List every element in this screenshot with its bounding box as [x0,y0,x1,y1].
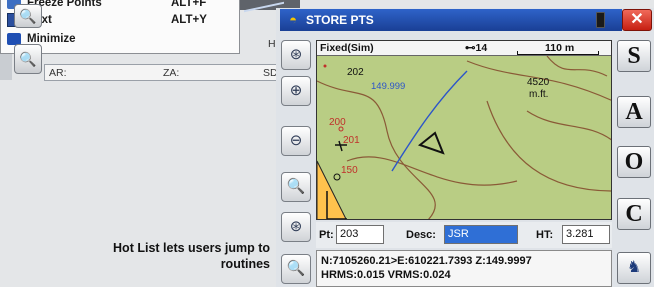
menu-item-label: Minimize [27,32,76,45]
menu-item-minimize[interactable]: Minimize [7,30,237,47]
continuous-key-button[interactable]: C [617,198,651,230]
offset-key-button[interactable]: O [617,146,651,178]
zoom-extents-icon[interactable]: ⊛ [281,40,311,70]
map-status-bar: Fixed(Sim) ⊷14 110 m [317,41,611,56]
average-key-button[interactable]: A [617,96,651,128]
ar-label: AR: [49,67,67,79]
app-logo-icon: ◓ [289,12,297,27]
menu-item-label: Text [29,14,171,26]
minimize-icon [7,32,21,45]
point-number-input[interactable]: 203 [336,225,384,244]
satellite-count: ⊷14 [465,42,488,54]
background-status-row: AR: ZA: SD [44,64,284,81]
hot-list-icon[interactable]: ♞ [617,252,651,284]
accuracy-line: HRMS:0.015 VRMS:0.024 [321,269,451,281]
zoom-in-icon[interactable]: ⊕ [281,76,311,106]
point-fields-row: Pt: 203 Desc: JSR HT: 3.281 [316,222,612,248]
elevation-label: 149.999 [371,81,406,92]
menu-item-shortcut: ALT+Y [171,13,207,26]
menu-item-label: Freeze Points [27,0,102,9]
h-label: H [268,38,276,50]
scale-bar [517,51,599,55]
left-toolbar [278,34,314,287]
window-title-bar: ◓ STORE PTS [280,9,622,31]
pan-icon[interactable]: 🔍 [281,254,311,284]
point-label-200: 200 [329,117,346,128]
za-label: ZA: [163,67,180,79]
store-key-button[interactable]: S [617,40,651,72]
zoom-window-icon[interactable]: 🔍 [14,44,42,74]
unit-label: m.ft. [529,89,549,100]
point-label-202: 202 [347,67,364,78]
close-button[interactable]: ✕ [622,9,652,31]
fix-mode: Fixed(Sim) [320,42,374,54]
point-label-4520: 4520 [527,77,550,88]
desc-label: Desc: [406,229,436,241]
window-title: STORE PTS [306,13,374,27]
caption-text: Hot List lets users jump to routines [113,241,270,271]
zoom-window-icon[interactable]: 🔍 [281,172,311,202]
map-view[interactable]: 202 149.999 4520 m.ft. 200 201 150 [316,40,612,220]
zoom-icon[interactable]: 🔍 [14,4,42,28]
pt-label: Pt: [319,229,334,241]
zoom-out-icon[interactable]: ⊖ [281,126,311,156]
menu-item-shortcut: ALT+F [171,0,207,9]
point-marker [323,64,327,68]
zoom-previous-icon[interactable]: ⊛ [281,212,311,242]
coordinate-readout: N:7105260.21>E:610221.7393 Z:149.9997 HR… [316,250,612,287]
battery-icon [596,12,605,28]
description-input[interactable]: JSR [444,225,518,244]
ht-label: HT: [536,229,554,241]
point-label-150: 150 [341,165,358,176]
coordinate-line: N:7105260.21>E:610221.7393 Z:149.9997 [321,255,532,267]
point-label-201: 201 [343,135,360,146]
height-input[interactable]: 3.281 [562,225,610,244]
